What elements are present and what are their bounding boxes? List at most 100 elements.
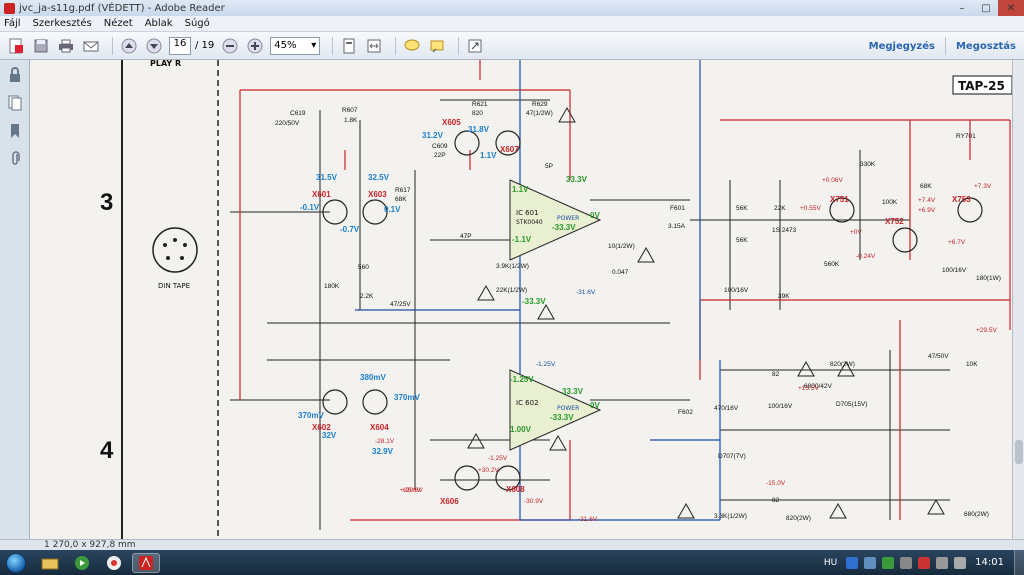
component-value-c605: 47/25V xyxy=(390,301,411,308)
tray-wifi-icon[interactable] xyxy=(900,556,913,569)
menu-view[interactable]: Nézet xyxy=(104,18,133,29)
section-label-3: 3 xyxy=(100,189,113,216)
menu-edit[interactable]: Szerkesztés xyxy=(33,18,92,29)
toolbar-separator xyxy=(458,36,460,55)
voltage-green: 0V xyxy=(590,401,600,410)
voltage-red: +30.2V xyxy=(478,467,499,474)
lock-icon[interactable] xyxy=(6,66,24,84)
document-viewport[interactable]: 3 4 PLAY R DIN TAPE TAP-25 IC 601 STK004… xyxy=(30,60,1012,539)
window-title: jvc_ja-s11g.pdf (VÉDETT) - Adobe Reader xyxy=(19,2,225,14)
taskbar-media-icon[interactable] xyxy=(68,553,96,573)
transistor-x752: X752 xyxy=(885,217,904,226)
system-tray: HU 14:01 xyxy=(824,550,1024,575)
zoom-in-icon[interactable] xyxy=(245,36,265,56)
voltage-blue: 31.5V xyxy=(316,173,338,182)
voltage-red: -28.1V xyxy=(375,438,395,445)
menu-window[interactable]: Ablak xyxy=(145,18,173,29)
zoom-select[interactable]: 45% ▾ xyxy=(270,36,321,55)
bookmark-icon[interactable] xyxy=(6,122,24,140)
tray-antivirus-icon[interactable] xyxy=(918,556,931,569)
voltage-green: 33.3V xyxy=(566,175,588,184)
transistor-x605: X605 xyxy=(442,118,461,127)
transistor-x604: X604 xyxy=(370,423,389,432)
ic-602-name: IC 602 xyxy=(516,399,539,407)
component-value-c707: 470/16V xyxy=(714,405,739,412)
comment-pane-button[interactable]: Megjegyzés xyxy=(869,41,935,52)
tray-volume-icon[interactable] xyxy=(954,556,967,569)
component-value-f601: 3.15A xyxy=(668,223,686,230)
page-number-input[interactable]: 16 xyxy=(169,36,191,55)
pages-icon[interactable] xyxy=(6,94,24,112)
component-value-c753: 47/50V xyxy=(928,353,949,360)
scrollbar-thumb[interactable] xyxy=(1015,440,1023,464)
component-value-r758: 560K xyxy=(824,261,840,268)
title-bar: jvc_ja-s11g.pdf (VÉDETT) - Adobe Reader … xyxy=(0,0,1024,16)
windows-orb-icon xyxy=(6,552,26,573)
fit-width-icon[interactable] xyxy=(364,36,384,56)
zoom-out-icon[interactable] xyxy=(220,36,240,56)
voltage-green: -33.3V xyxy=(552,223,576,232)
clock[interactable]: 14:01 xyxy=(975,557,1004,568)
maximize-button[interactable]: □ xyxy=(974,0,998,16)
toolbar-separator xyxy=(112,36,113,55)
taskbar-adobe-reader-icon[interactable] xyxy=(132,552,160,573)
save-icon[interactable] xyxy=(31,36,51,56)
taskbar-browser-icon[interactable] xyxy=(100,553,128,573)
component-value-c613: 0.047 xyxy=(612,269,629,276)
component-value-r759: 330K xyxy=(860,161,876,168)
resistor-label: R607 xyxy=(342,107,358,114)
voltage-red: +15.5V xyxy=(798,385,819,392)
menu-help[interactable]: Súgó xyxy=(185,18,210,29)
tray-network-icon[interactable] xyxy=(846,556,859,569)
chevron-down-icon: ▾ xyxy=(311,40,317,51)
tray-battery-icon[interactable] xyxy=(936,556,949,569)
voltage-blue: 32.9V xyxy=(372,447,394,456)
print-icon[interactable] xyxy=(56,36,76,56)
voltage-blue: 1.1V xyxy=(480,151,497,160)
transistor-x751: X751 xyxy=(830,195,849,204)
minimize-button[interactable]: – xyxy=(950,0,974,16)
voltage-red: -31.6V xyxy=(578,516,598,523)
toolbar-right: Megjegyzés Megosztás xyxy=(859,32,1016,60)
voltage-red: +29.5V xyxy=(976,327,997,334)
voltage-red: -30.9V xyxy=(524,498,544,505)
toolbar: 16 / 19 45% ▾ Megjegyzés Megosztás xyxy=(0,32,1024,60)
share-pane-button[interactable]: Megosztás xyxy=(956,41,1016,52)
comment-icon[interactable] xyxy=(402,36,422,56)
close-button[interactable]: ✕ xyxy=(998,0,1024,16)
tray-bluetooth-icon[interactable] xyxy=(864,556,877,569)
voltage-green: 1.00V xyxy=(510,425,532,434)
start-button[interactable] xyxy=(0,550,32,575)
highlight-icon[interactable] xyxy=(427,36,447,56)
fullscreen-icon[interactable] xyxy=(465,36,485,56)
ic-601-power: POWER xyxy=(557,215,579,222)
tray-update-icon[interactable] xyxy=(882,556,895,569)
page-down-icon[interactable] xyxy=(144,36,164,56)
vertical-scrollbar[interactable] xyxy=(1012,60,1024,539)
voltage-blue: -0.1V xyxy=(300,203,320,212)
create-pdf-icon[interactable] xyxy=(6,36,26,56)
attachment-icon[interactable] xyxy=(6,150,24,168)
ic-602-power: POWER xyxy=(557,405,579,412)
voltage-red: -0.24V xyxy=(856,253,876,260)
component-value-c609: 22P xyxy=(434,152,446,159)
show-desktop-button[interactable] xyxy=(1014,550,1024,575)
component-value-d705: D705(15V) xyxy=(836,401,867,408)
menu-file[interactable]: Fájl xyxy=(4,18,21,29)
email-icon[interactable] xyxy=(81,36,101,56)
voltage-red: +0.06V xyxy=(822,177,843,184)
relay-label: RY701 xyxy=(956,133,976,140)
capacitor-label: C619 xyxy=(290,110,306,117)
capacitor-label: C609 xyxy=(432,143,448,150)
component-value-d754: 1S 2473 xyxy=(772,227,797,234)
voltage-red: +7.4V xyxy=(918,197,936,204)
page-up-icon[interactable] xyxy=(119,36,139,56)
taskbar-explorer-icon[interactable] xyxy=(36,553,64,573)
component-value-r753: 22K xyxy=(774,205,786,212)
language-indicator[interactable]: HU xyxy=(824,558,837,568)
component-value-r619: 820 xyxy=(472,110,483,117)
fit-page-icon[interactable] xyxy=(339,36,359,56)
voltage-blue: 370mV xyxy=(298,411,324,420)
component-value-r605: 180K xyxy=(324,283,340,290)
voltage-red: +29.6V xyxy=(402,487,423,494)
